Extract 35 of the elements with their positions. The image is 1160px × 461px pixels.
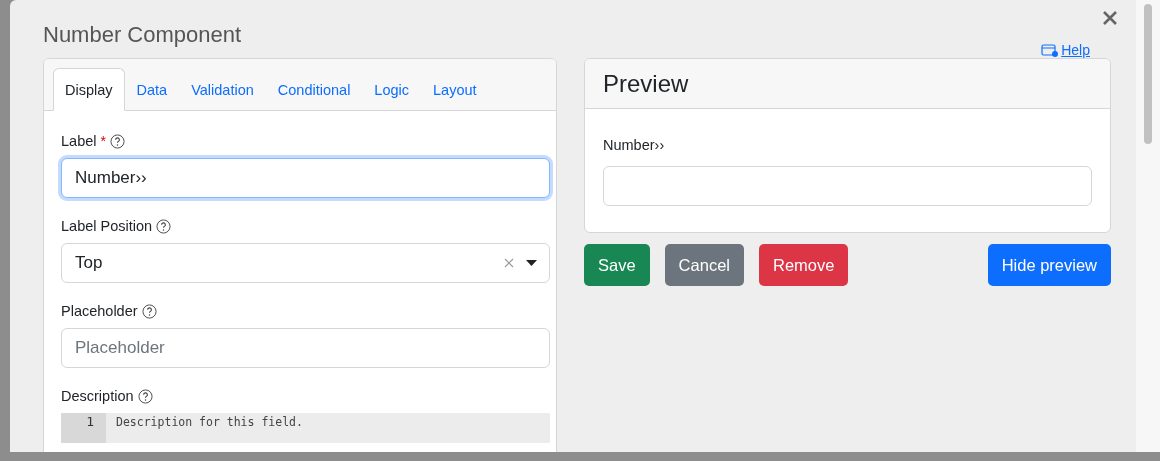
- help-icon[interactable]: [156, 218, 172, 234]
- window-icon: [1041, 43, 1059, 57]
- text-field[interactable]: Placeholder: [61, 328, 550, 368]
- action-button[interactable]: Cancel: [664, 244, 744, 286]
- select-field[interactable]: Top: [61, 243, 550, 283]
- help-link[interactable]: Help: [1041, 42, 1090, 58]
- tab[interactable]: Display: [53, 68, 125, 111]
- line-number: 1: [61, 413, 106, 443]
- scrollbar[interactable]: [1136, 0, 1160, 452]
- field-label: Description: [61, 388, 134, 404]
- preview-title: Preview: [603, 69, 689, 98]
- code-editor[interactable]: 1 Description for this field.: [61, 413, 550, 443]
- field-label: Placeholder: [61, 303, 138, 319]
- action-button[interactable]: Save: [584, 244, 650, 286]
- dialog-title: Number Component: [43, 22, 243, 48]
- tab[interactable]: Validation: [179, 68, 266, 111]
- required-mark: *: [100, 133, 106, 149]
- tab[interactable]: Layout: [421, 68, 489, 111]
- code-line: Description for this field.: [115, 414, 303, 431]
- help-icon[interactable]: [109, 133, 125, 149]
- close-icon[interactable]: [1102, 10, 1118, 26]
- tab[interactable]: Conditional: [265, 68, 363, 111]
- caret-icon[interactable]: [526, 260, 537, 266]
- text-field[interactable]: Number››: [61, 158, 550, 198]
- action-button[interactable]: Remove: [759, 244, 849, 286]
- number-field[interactable]: [603, 166, 1092, 206]
- action-button[interactable]: Hide preview: [987, 244, 1111, 286]
- help-icon[interactable]: [137, 388, 153, 404]
- help-icon[interactable]: [141, 303, 157, 319]
- tab[interactable]: Logic: [362, 68, 422, 111]
- field-label: Label Position: [61, 218, 153, 234]
- tab[interactable]: Data: [124, 68, 180, 111]
- field-label: Number››: [603, 137, 666, 153]
- clear-icon[interactable]: [504, 258, 514, 268]
- field-label: Label: [61, 133, 97, 149]
